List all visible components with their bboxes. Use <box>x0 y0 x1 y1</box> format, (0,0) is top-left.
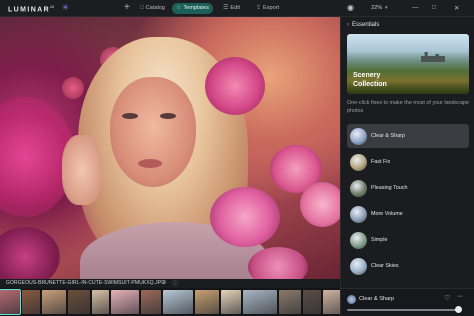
info-icon[interactable]: ⓘ <box>172 279 178 288</box>
photo-hand <box>62 135 102 205</box>
template-thumbnail-icon <box>350 231 367 249</box>
amount-slider[interactable] <box>347 309 459 311</box>
plus-icon[interactable]: + <box>124 2 130 14</box>
template-label: More Volume <box>371 211 403 217</box>
heart-icon[interactable]: ♡ <box>444 294 450 302</box>
template-item[interactable]: Fast Fix <box>347 150 469 174</box>
more-icon[interactable]: ··· <box>457 293 463 300</box>
pin-icon[interactable]: ✳ <box>62 3 69 12</box>
filmstrip-thumbnail[interactable] <box>163 290 193 314</box>
rose-shape <box>300 182 340 227</box>
tab-templates[interactable]: ☆ Templates <box>172 3 213 14</box>
template-thumbnail-icon <box>350 179 367 197</box>
tab-edit[interactable]: ☰ Edit <box>219 3 244 14</box>
filename-label: GORGEOUS-BRUNETTE-GIRL-IN-CUTE-SWIMSUIT-… <box>6 280 166 286</box>
applied-template-bar: Clear & Sharp ♡ ··· <box>341 288 474 316</box>
template-thumbnail-icon <box>350 153 367 171</box>
filmstrip-thumbnail[interactable] <box>111 290 139 314</box>
template-item[interactable]: Clear & Sharp <box>347 124 469 148</box>
template-thumbnail-icon <box>350 205 367 223</box>
rose-shape <box>62 77 84 99</box>
castle-graphic <box>421 52 445 62</box>
filmstrip-thumbnail[interactable] <box>141 290 161 314</box>
hero-title-line1: Scenery <box>353 72 381 79</box>
filmstrip-thumbnail[interactable] <box>68 290 90 314</box>
tab-export[interactable]: ⇪ Export <box>252 3 283 14</box>
edit-icon: ☰ <box>223 5 229 11</box>
template-list: Clear & Sharp Fast Fix Pleasing Touch More … <box>347 124 469 280</box>
template-thumbnail-icon <box>350 127 367 145</box>
photo-lips <box>138 159 162 168</box>
applied-template-label: Clear & Sharp <box>359 296 395 302</box>
filmstrip-thumbnail[interactable] <box>92 290 109 314</box>
rose-shape <box>205 57 265 115</box>
template-item[interactable]: Clear Skies <box>347 254 469 278</box>
slider-handle[interactable] <box>455 306 462 313</box>
template-label: Clear Skies <box>371 263 399 269</box>
collection-hero-card[interactable]: Scenery Collection <box>347 34 469 94</box>
template-thumbnail-icon <box>347 295 356 304</box>
tab-catalog[interactable]: □ Catalog <box>136 3 169 14</box>
export-icon: ⇪ <box>256 5 262 11</box>
rose-shape <box>0 227 60 279</box>
filmstrip-thumbnail[interactable] <box>22 290 40 314</box>
close-icon[interactable]: ✕ <box>162 279 167 286</box>
filmstrip-thumbnail[interactable] <box>303 290 321 314</box>
app-logo: LUMINARAI <box>8 4 55 14</box>
template-thumbnail-icon <box>350 257 367 275</box>
rose-shape <box>248 247 308 279</box>
minimize-icon[interactable]: — <box>412 4 419 11</box>
template-item[interactable]: Pleasing Touch <box>347 176 469 200</box>
templates-icon: ☆ <box>176 5 182 11</box>
eye-icon[interactable]: ◉ <box>347 3 354 12</box>
template-item[interactable]: More Volume <box>347 202 469 226</box>
filmstrip-thumbnail[interactable] <box>243 290 277 314</box>
templates-panel: ‹ Essentials Scenery Collection One-click… <box>340 17 474 316</box>
chevron-down-icon[interactable]: ▾ <box>385 5 388 11</box>
catalog-icon: □ <box>140 5 144 11</box>
rose-shape <box>210 187 280 247</box>
photo-eye <box>122 113 138 119</box>
photo-face <box>110 77 196 187</box>
hero-title-line2: Collection <box>353 81 387 88</box>
template-item[interactable]: Simple <box>347 228 469 252</box>
collection-description: One-click fixes to make the most of your… <box>347 100 469 114</box>
close-icon[interactable]: ✕ <box>454 4 459 12</box>
filmstrip[interactable] <box>0 288 340 316</box>
chevron-left-icon[interactable]: ‹ <box>347 22 349 28</box>
filename-bar: GORGEOUS-BRUNETTE-GIRL-IN-CUTE-SWIMSUIT-… <box>0 279 340 288</box>
photo-eye <box>160 113 176 119</box>
panel-header[interactable]: ‹ Essentials <box>347 22 379 28</box>
filmstrip-thumbnail[interactable] <box>42 290 66 314</box>
panel-title: Essentials <box>352 22 380 28</box>
filmstrip-thumbnail[interactable] <box>0 289 21 315</box>
filmstrip-thumbnail[interactable] <box>323 290 340 314</box>
filmstrip-thumbnail[interactable] <box>221 290 241 314</box>
template-label: Fast Fix <box>371 159 391 165</box>
template-label: Pleasing Touch <box>371 185 408 191</box>
maximize-icon[interactable]: □ <box>432 4 436 11</box>
zoom-level[interactable]: 22% <box>371 5 382 11</box>
filmstrip-thumbnail[interactable] <box>279 290 301 314</box>
template-label: Simple <box>371 237 388 243</box>
template-label: Clear & Sharp <box>371 133 405 139</box>
filmstrip-thumbnail[interactable] <box>195 290 219 314</box>
top-bar: LUMINARAI ✳ + □ Catalog ☆ Templates ☰ Ed… <box>0 0 474 17</box>
photo-canvas[interactable] <box>0 17 340 279</box>
